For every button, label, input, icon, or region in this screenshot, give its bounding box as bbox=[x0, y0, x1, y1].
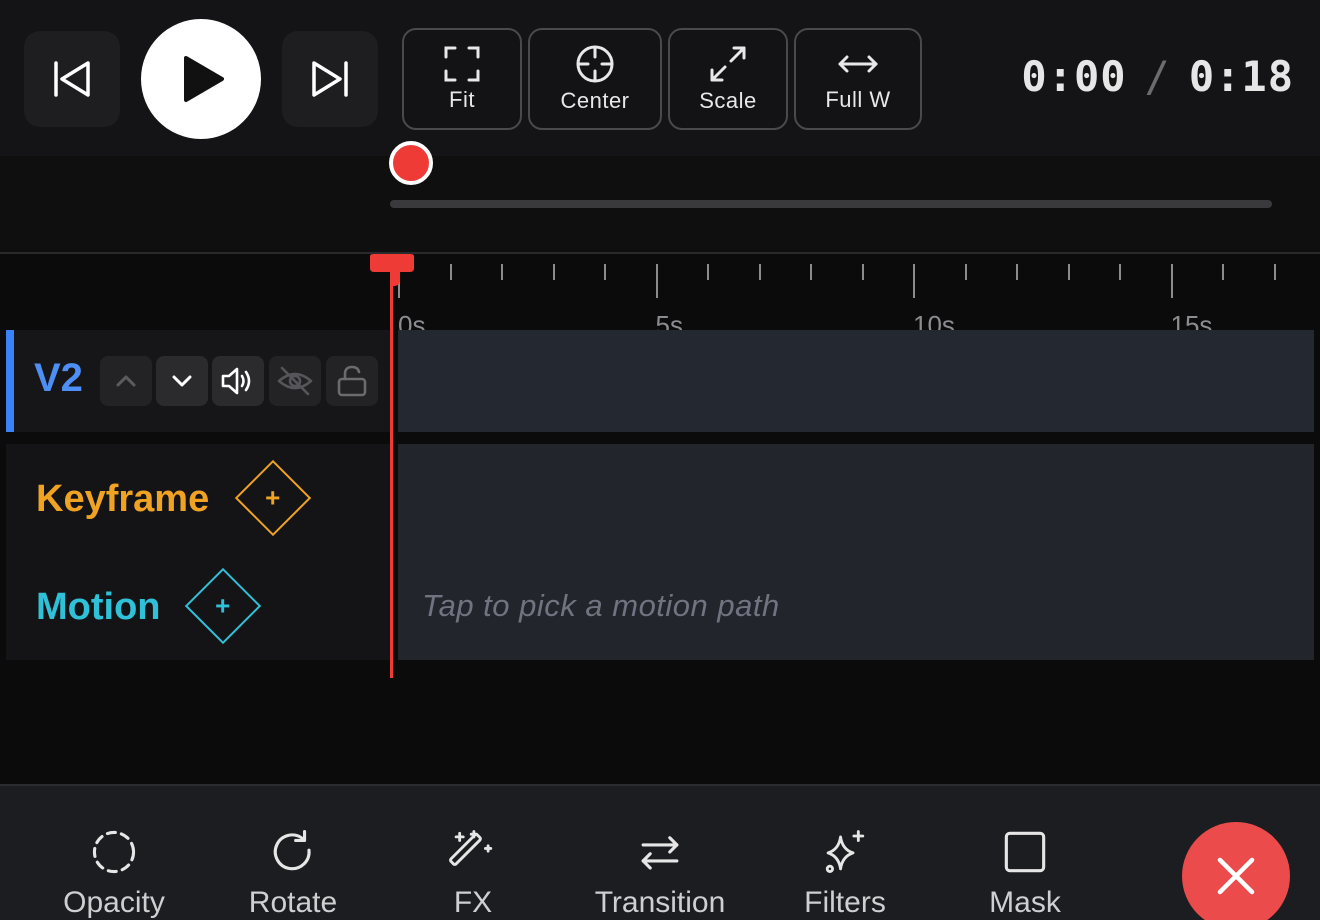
fit-button[interactable]: Fit bbox=[402, 28, 522, 130]
ruler-tick bbox=[1170, 264, 1173, 298]
ruler-tick bbox=[552, 264, 555, 280]
filters-tool-button[interactable]: Filters bbox=[760, 828, 930, 920]
rotate-icon bbox=[273, 830, 311, 871]
scrub-area bbox=[0, 156, 1320, 254]
swap-arrows-icon bbox=[641, 836, 679, 870]
eye-off-icon bbox=[277, 366, 313, 396]
ruler-tick bbox=[1222, 264, 1224, 280]
playhead[interactable] bbox=[390, 256, 393, 678]
ruler-label: 0s bbox=[398, 310, 426, 330]
ruler-tick bbox=[501, 264, 503, 280]
full-width-label: Full W bbox=[825, 87, 891, 112]
keyframe-motion-lane[interactable] bbox=[398, 444, 1314, 660]
square-icon bbox=[1004, 831, 1046, 873]
horizontal-arrows-icon bbox=[838, 55, 878, 73]
fx-label: FX bbox=[453, 886, 493, 919]
skip-forward-button[interactable] bbox=[282, 31, 378, 127]
skip-back-icon bbox=[54, 61, 90, 97]
dashed-circle-icon bbox=[92, 830, 136, 874]
move-track-up-button[interactable] bbox=[100, 356, 152, 406]
sparkles-icon bbox=[825, 830, 865, 873]
magic-wand-icon bbox=[449, 830, 493, 866]
motion-path-hint[interactable]: Tap to pick a motion path bbox=[422, 588, 780, 624]
rotate-label: Rotate bbox=[248, 886, 338, 919]
ruler-tick bbox=[1067, 264, 1070, 280]
rotate-tool-button[interactable]: Rotate bbox=[208, 828, 378, 920]
ruler-tick bbox=[861, 264, 864, 280]
track-v2-lane[interactable] bbox=[398, 330, 1314, 432]
mask-label: Mask bbox=[989, 886, 1061, 919]
full-width-button[interactable]: Full W bbox=[794, 28, 922, 130]
play-button[interactable] bbox=[141, 19, 261, 139]
divider bbox=[0, 252, 1320, 254]
ruler-tick bbox=[1273, 264, 1276, 280]
crosshair-icon bbox=[576, 45, 614, 83]
move-track-down-button[interactable] bbox=[156, 356, 208, 406]
ruler-tick bbox=[964, 264, 967, 280]
total-duration: 0:18 bbox=[1188, 52, 1294, 101]
speaker-icon bbox=[221, 367, 251, 395]
track-lock-button[interactable] bbox=[326, 356, 378, 406]
playhead-handle[interactable] bbox=[370, 254, 414, 286]
expand-arrows-icon bbox=[710, 46, 746, 82]
timecode: 0:00 / 0:18 bbox=[1021, 52, 1294, 101]
track-audio-button[interactable] bbox=[212, 356, 264, 406]
filters-label: Filters bbox=[804, 886, 886, 919]
keyframe-label: Keyframe bbox=[36, 478, 210, 520]
opacity-tool-button[interactable]: Opacity bbox=[29, 828, 199, 920]
ruler-tick bbox=[604, 264, 606, 280]
track-name: V2 bbox=[34, 356, 83, 400]
ruler-tick bbox=[1119, 264, 1121, 280]
close-icon bbox=[1217, 857, 1255, 895]
ruler-label: 5s bbox=[655, 310, 683, 330]
ruler-tick bbox=[449, 264, 452, 280]
opacity-label: Opacity bbox=[63, 886, 165, 919]
scale-button[interactable]: Scale bbox=[668, 28, 788, 130]
center-button[interactable]: Center bbox=[528, 28, 662, 130]
skip-forward-icon bbox=[312, 61, 348, 97]
ruler-tick bbox=[707, 264, 709, 280]
ruler-tick bbox=[758, 264, 761, 280]
plus-icon: + bbox=[265, 483, 281, 513]
ruler-tick bbox=[655, 264, 658, 298]
unlock-icon bbox=[337, 365, 367, 397]
current-time: 0:00 bbox=[1021, 52, 1127, 101]
motion-label: Motion bbox=[36, 586, 161, 628]
close-button[interactable] bbox=[1182, 822, 1290, 920]
ruler-label: 10s bbox=[913, 310, 955, 330]
chevron-up-icon bbox=[116, 375, 136, 387]
ruler-tick bbox=[810, 264, 812, 280]
timecode-separator: / bbox=[1144, 52, 1171, 101]
scale-label: Scale bbox=[699, 88, 757, 113]
play-icon bbox=[184, 56, 224, 102]
track-visibility-button[interactable] bbox=[269, 356, 321, 406]
fit-label: Fit bbox=[449, 87, 475, 112]
skip-back-button[interactable] bbox=[24, 31, 120, 127]
track-accent-bar bbox=[6, 330, 14, 432]
transition-tool-button[interactable]: Transition bbox=[575, 828, 745, 920]
transition-label: Transition bbox=[594, 886, 726, 919]
chevron-down-icon bbox=[172, 375, 192, 387]
ruler-tick bbox=[1016, 264, 1018, 280]
ruler-label: 15s bbox=[1170, 310, 1213, 330]
time-ruler[interactable]: 0s 5s 10s 15s bbox=[392, 256, 1320, 330]
fx-tool-button[interactable]: FX bbox=[388, 828, 558, 920]
plus-icon: + bbox=[215, 591, 231, 621]
center-label: Center bbox=[560, 88, 630, 113]
scrub-track[interactable] bbox=[390, 200, 1272, 208]
mask-tool-button[interactable]: Mask bbox=[940, 828, 1110, 920]
scrub-handle[interactable] bbox=[389, 141, 433, 185]
fit-frame-icon bbox=[444, 46, 480, 82]
ruler-tick bbox=[913, 264, 915, 298]
